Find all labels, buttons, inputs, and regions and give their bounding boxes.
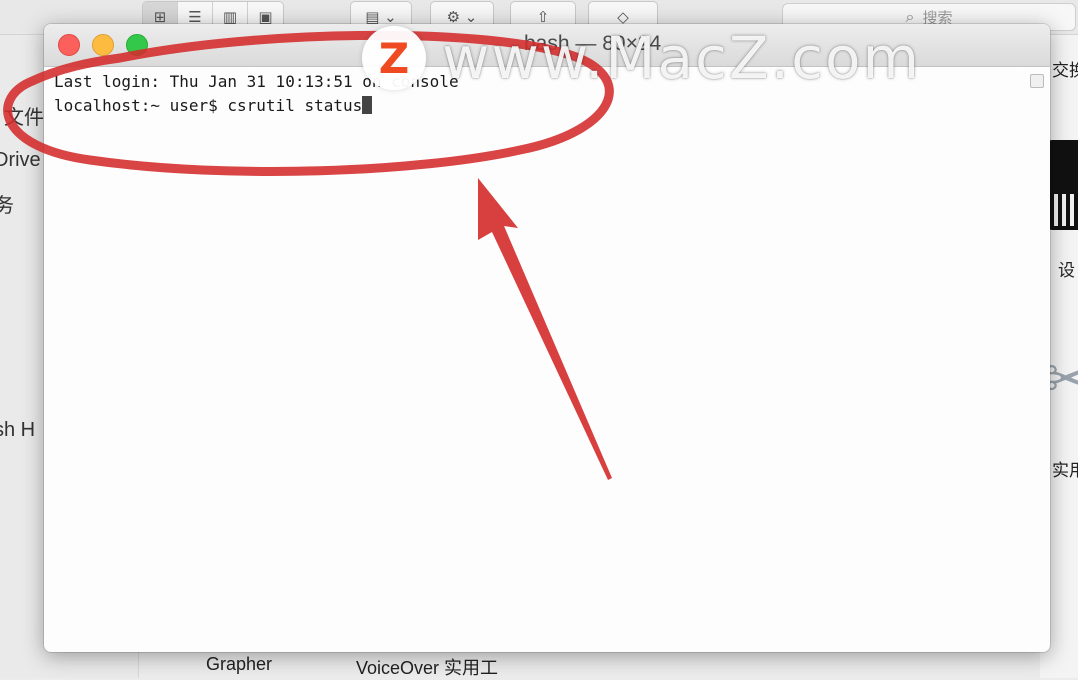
sidebar-item-flash[interactable]: sh H xyxy=(0,419,35,442)
piano-app-icon[interactable] xyxy=(1048,140,1078,230)
app-label-settings[interactable]: 设 xyxy=(1058,256,1075,281)
macz-logo: Z xyxy=(362,26,426,90)
watermark-text: www.MacZ.com xyxy=(442,24,921,92)
text-cursor xyxy=(362,96,373,114)
app-label-exchange[interactable]: 交换 xyxy=(1052,56,1078,81)
sidebar-item-drive[interactable]: Drive xyxy=(0,149,41,172)
watermark: Z www.MacZ.com xyxy=(362,18,921,98)
app-label-grapher[interactable]: Grapher xyxy=(206,654,272,675)
minimize-button[interactable] xyxy=(92,34,114,56)
terminal-window[interactable]: bash — 80×24 Last login: Thu Jan 31 10:1… xyxy=(44,24,1050,652)
sidebar-item-documents[interactable]: 文件 xyxy=(4,101,44,130)
scrollbar[interactable] xyxy=(1030,74,1044,88)
app-label-utilities[interactable]: 实用 xyxy=(1052,456,1078,481)
close-button[interactable] xyxy=(58,34,80,56)
app-label-voiceover[interactable]: VoiceOver 实用工 xyxy=(356,654,498,680)
terminal-command: localhost:~ user$ csrutil status xyxy=(54,96,363,115)
zoom-button[interactable] xyxy=(126,34,148,56)
sidebar-item-services[interactable]: 务 xyxy=(0,189,14,218)
